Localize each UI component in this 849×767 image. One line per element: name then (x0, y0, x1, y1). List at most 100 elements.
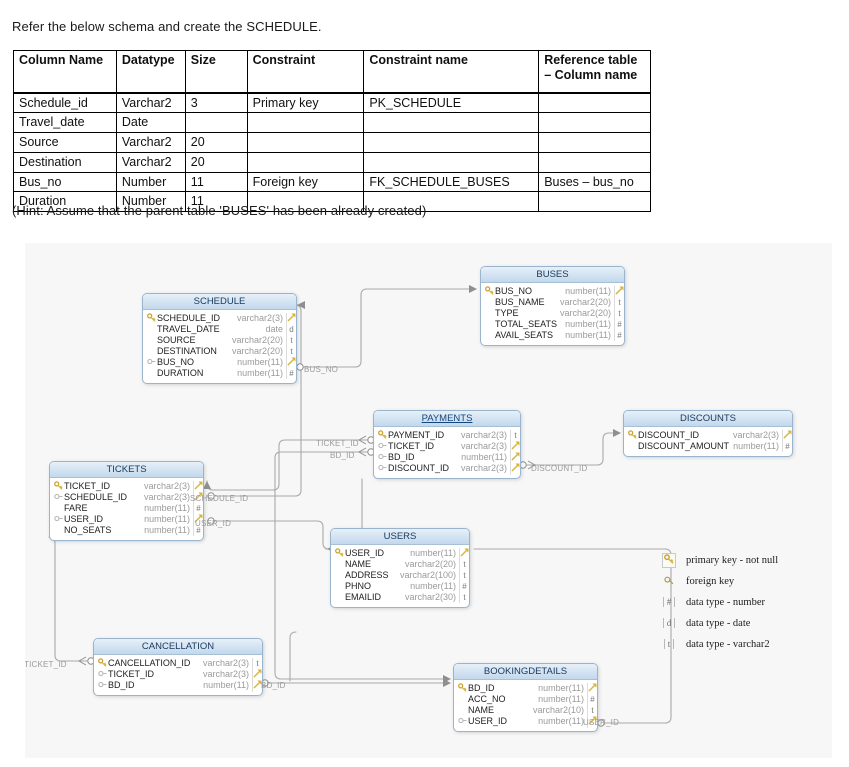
entity-attribute-row[interactable]: TICKET_ID varchar2(3) (50, 480, 203, 493)
attribute-name: TICKET_ID (64, 481, 111, 491)
entity-title[interactable]: BOOKINGDETAILS (454, 664, 597, 680)
entity-buses[interactable]: BUSES BUS_NO number(11) BUS_NAME varchar2(20… (480, 266, 625, 346)
entity-attribute-row[interactable]: TOTAL_SEATS number(11) # (481, 319, 624, 330)
attribute-name: BUS_NO (495, 286, 533, 296)
entity-cancellation[interactable]: CANCELLATION CANCELLATION_ID varchar2(3) t T… (93, 638, 263, 696)
entity-title[interactable]: BUSES (481, 267, 624, 283)
primary-key-icon (456, 682, 468, 695)
attribute-name: TRAVEL_DATE (157, 324, 220, 334)
attribute-datatype: varchar2(3) (732, 430, 779, 440)
spec-cell (538, 132, 651, 153)
key-indicator-icon (511, 441, 520, 449)
entity-attribute-row[interactable]: BD_ID number(11) (94, 679, 262, 692)
entity-users[interactable]: USERS USER_ID number(11) NAME varchar2(20) t A… (330, 528, 470, 608)
spec-header-row: Column Name Datatype Size Constraint Con… (13, 50, 651, 94)
relationship-label: SCHEDULE_ID (190, 494, 249, 503)
entity-attribute-list: USER_ID number(11) NAME varchar2(20) t ADDRES… (331, 545, 469, 607)
entity-attribute-row[interactable]: USER_ID number(11) (50, 513, 203, 526)
attribute-datatype: number(11) (565, 330, 611, 340)
entity-attribute-row[interactable]: SCHEDULE_ID varchar2(3) (50, 491, 203, 504)
relationship-label: BD_ID (261, 681, 286, 690)
key-indicator-icon (287, 357, 296, 365)
entity-attribute-row[interactable]: DURATION number(11) # (143, 368, 296, 379)
entity-attribute-row[interactable]: BUS_NO number(11) (143, 356, 296, 369)
spec-table-body: Schedule_id Varchar2 3 Primary key PK_SCHEDU… (13, 91, 651, 212)
entity-title[interactable]: PAYMENTS (374, 411, 520, 427)
key-indicator-icon (253, 669, 262, 677)
table-row: Bus_no Number 11 Foreign key FK_SCHEDULE_BUS… (13, 171, 651, 193)
entity-title[interactable]: TICKETS (50, 462, 203, 478)
attribute-type-indicator-icon (286, 356, 296, 369)
entity-attribute-row[interactable]: TYPE varchar2(20) t (481, 308, 624, 319)
legend-label: data type - number (686, 597, 766, 608)
entity-attribute-row[interactable]: TICKET_ID varchar2(3) (374, 440, 520, 453)
entity-attribute-row[interactable]: TRAVEL_DATE date d (143, 324, 296, 335)
attribute-datatype: varchar2(3) (202, 658, 249, 668)
entity-bookingdetails[interactable]: BOOKINGDETAILS BD_ID number(11) ACC_NO numbe… (453, 663, 598, 732)
entity-attribute-row[interactable]: ACC_NO number(11) # (454, 694, 597, 705)
entity-attribute-row[interactable]: BUS_NAME varchar2(20) t (481, 297, 624, 308)
entity-attribute-row[interactable]: DISCOUNT_AMOUNT number(11) # (624, 441, 792, 452)
attribute-name: TYPE (495, 308, 519, 318)
entity-attribute-row[interactable]: SCHEDULE_ID varchar2(3) (143, 312, 296, 325)
entity-tickets[interactable]: TICKETS TICKET_ID varchar2(3) SCHEDULE_ID va… (49, 461, 204, 541)
entity-discounts[interactable]: DISCOUNTS DISCOUNT_ID varchar2(3) DISCOUNT_… (623, 410, 793, 457)
attribute-type-indicator-icon: t (252, 658, 262, 669)
entity-attribute-row[interactable]: SOURCE varchar2(20) t (143, 335, 296, 346)
spec-header-datatype: Datatype (115, 50, 186, 94)
entity-title[interactable]: SCHEDULE (143, 294, 296, 310)
entity-attribute-row[interactable]: USER_ID number(11) (331, 547, 469, 560)
entity-title[interactable]: CANCELLATION (94, 639, 262, 655)
entity-schedule[interactable]: SCHEDULE SCHEDULE_ID varchar2(3) TRAVEL_DAT… (142, 293, 297, 384)
attribute-name: USER_ID (345, 548, 385, 558)
attribute-datatype: varchar2(20) (559, 297, 611, 307)
entity-attribute-row[interactable]: NAME varchar2(20) t (331, 559, 469, 570)
entity-attribute-row[interactable]: FARE number(11) # (50, 503, 203, 514)
legend-row: # data type - number (658, 592, 832, 613)
spec-cell (246, 132, 365, 153)
primary-key-icon (457, 682, 466, 692)
attribute-type-indicator-icon (782, 429, 792, 442)
attribute-datatype: varchar2(30) (404, 592, 456, 602)
attribute-type-indicator-icon (587, 682, 597, 695)
entity-attribute-row[interactable]: NO_SEATS number(11) # (50, 525, 203, 536)
entity-attribute-row[interactable]: BD_ID number(11) (454, 682, 597, 695)
entity-attribute-row[interactable]: EMAILID varchar2(30) t (331, 592, 469, 603)
entity-attribute-row[interactable]: CANCELLATION_ID varchar2(3) t (94, 657, 262, 669)
primary-key-icon (53, 480, 62, 490)
entity-attribute-row[interactable]: BUS_NO number(11) (481, 285, 624, 298)
entity-attribute-row[interactable]: NAME varchar2(10) t (454, 705, 597, 716)
foreign-key-icon (52, 492, 64, 504)
legend-foreign-key-icon (658, 575, 680, 588)
primary-key-icon (333, 547, 345, 560)
entity-payments[interactable]: PAYMENTS PAYMENT_ID varchar2(3) t TICKET_ID v… (373, 410, 521, 479)
attribute-type-indicator-icon: # (286, 368, 296, 379)
attribute-datatype: varchar2(3) (236, 313, 283, 323)
entity-attribute-list: TICKET_ID varchar2(3) SCHEDULE_ID varchar2(… (50, 478, 203, 540)
entity-attribute-row[interactable]: USER_ID number(11) (454, 715, 597, 728)
entity-attribute-row[interactable]: BD_ID number(11) (374, 451, 520, 464)
spec-cell (363, 151, 540, 173)
attribute-type-indicator-icon: t (614, 308, 624, 319)
attribute-name: ACC_NO (468, 694, 506, 704)
entity-title[interactable]: DISCOUNTS (624, 411, 792, 427)
spec-cell: 20 (184, 151, 248, 173)
entity-attribute-row[interactable]: DISCOUNT_ID varchar2(3) (624, 429, 792, 442)
attribute-type-indicator-icon: t (510, 430, 520, 441)
entity-attribute-row[interactable]: DESTINATION varchar2(20) t (143, 346, 296, 357)
entity-attribute-row[interactable]: PHNO number(11) # (331, 581, 469, 592)
spec-cell: Varchar2 (115, 91, 186, 114)
spec-cell (363, 112, 540, 133)
entity-attribute-row[interactable]: ADDRESS varchar2(100) t (331, 570, 469, 581)
entity-title[interactable]: USERS (331, 529, 469, 545)
attribute-datatype: varchar2(20) (231, 335, 283, 345)
entity-attribute-row[interactable]: TICKET_ID varchar2(3) (94, 668, 262, 681)
entity-attribute-row[interactable]: DISCOUNT_ID varchar2(3) (374, 462, 520, 475)
spec-cell: Buses – bus_no (538, 171, 651, 193)
primary-key-icon (626, 429, 638, 442)
relationship-label: USER_ID (195, 519, 232, 528)
entity-attribute-row[interactable]: PAYMENT_ID varchar2(3) t (374, 429, 520, 441)
entity-attribute-row[interactable]: AVAIL_SEATS number(11) # (481, 330, 624, 341)
hint-text: (Hint: Assume that the parent table 'BUS… (12, 203, 427, 218)
foreign-key-icon (377, 442, 387, 448)
